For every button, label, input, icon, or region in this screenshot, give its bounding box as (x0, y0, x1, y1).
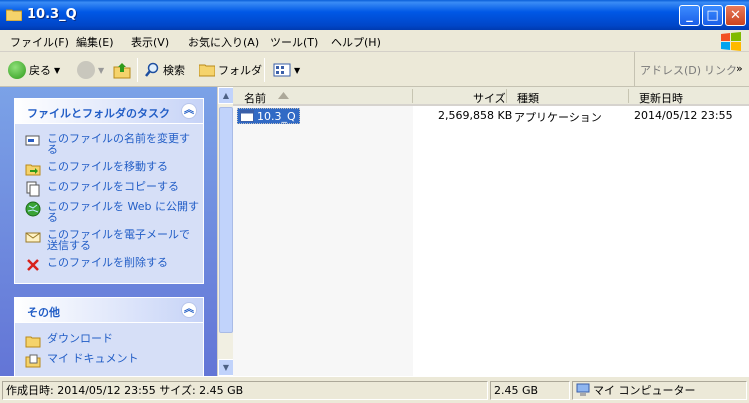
back-dropdown-icon[interactable]: ▼ (54, 66, 60, 75)
menu-favorites[interactable]: お気に入り(A) (188, 34, 259, 50)
forward-arrow-icon (77, 61, 95, 79)
close-button[interactable]: ✕ (725, 5, 746, 26)
task-publish-web[interactable]: このファイルを Web に公開する (25, 201, 199, 223)
collapse-chevron-icon[interactable]: ︽ (181, 302, 197, 318)
task-move[interactable]: このファイルを移動する (25, 161, 168, 177)
status-location: マイ コンピューター (572, 381, 747, 400)
delete-x-icon (27, 259, 39, 271)
views-button[interactable]: ▼ (273, 60, 300, 80)
task-pane-scrollbar[interactable]: ▲ ▼ (217, 87, 234, 376)
views-dropdown-icon: ▼ (294, 65, 301, 75)
place-my-documents[interactable]: マイ ドキュメント (25, 353, 139, 369)
title-bar[interactable]: 10.3_Q _ □ ✕ (0, 0, 749, 30)
up-folder-icon (113, 63, 131, 79)
column-modified[interactable]: 更新日時 (639, 90, 683, 106)
task-rename[interactable]: このファイルの名前を変更する (25, 133, 190, 155)
search-button[interactable]: 検索 (144, 60, 185, 80)
task-delete[interactable]: このファイルを削除する (25, 257, 168, 273)
back-button[interactable]: 戻る ▼ (8, 60, 60, 80)
folder-icon (199, 64, 215, 77)
address-label[interactable]: アドレス(D) (640, 62, 701, 78)
toolbar-chevron-icon[interactable]: » (736, 62, 743, 75)
maximize-button[interactable]: □ (702, 5, 723, 26)
other-places-group: その他 ︽ ダウンロード マイ ドキュメント (14, 297, 204, 376)
folder-icon (25, 336, 41, 348)
file-folder-tasks-group: ファイルとフォルダのタスク ︽ このファイルの名前を変更する このファイルを移動… (14, 98, 204, 284)
file-size: 2,569,858 KB (438, 109, 513, 122)
web-publish-icon (25, 201, 41, 217)
my-documents-icon (25, 354, 41, 368)
file-modified: 2014/05/12 23:55 (634, 109, 733, 122)
place-downloads[interactable]: ダウンロード (25, 333, 113, 349)
menu-bar: ファイル(F) 編集(E) 表示(V) お気に入り(A) ツール(T) ヘルプ(… (0, 30, 749, 52)
file-list-pane: 名前 サイズ 種類 更新日時 10.3_Q 2,569,858 KB アプリケー… (233, 87, 749, 376)
column-header: 名前 サイズ 種類 更新日時 (233, 87, 749, 106)
menu-help[interactable]: ヘルプ(H) (331, 34, 381, 50)
scroll-down-button[interactable]: ▼ (218, 359, 234, 376)
sorted-column-shade (233, 106, 413, 376)
application-icon (240, 110, 254, 122)
up-folder-button[interactable] (113, 60, 131, 80)
other-places-header[interactable]: その他 ︽ (15, 298, 203, 323)
status-size: 2.45 GB (490, 381, 570, 400)
move-folder-icon (25, 164, 41, 176)
scroll-up-button[interactable]: ▲ (218, 87, 234, 104)
address-area: アドレス(D) リンク » (634, 52, 749, 87)
menu-edit[interactable]: 編集(E) (76, 34, 114, 50)
sort-ascending-icon (278, 92, 289, 99)
collapse-chevron-icon[interactable]: ︽ (181, 103, 197, 119)
menu-file[interactable]: ファイル(F) (10, 34, 69, 50)
search-icon (145, 62, 159, 77)
file-row[interactable]: 10.3_Q 2,569,858 KB アプリケーション 2014/05/12 … (233, 108, 749, 125)
scroll-thumb[interactable] (219, 107, 233, 333)
my-computer-icon (576, 383, 590, 396)
minimize-button[interactable]: _ (679, 5, 700, 26)
views-icon (273, 63, 291, 77)
task-pane: ファイルとフォルダのタスク ︽ このファイルの名前を変更する このファイルを移動… (0, 87, 217, 376)
folder-icon (6, 9, 22, 21)
forward-dropdown-icon[interactable]: ▼ (98, 66, 104, 75)
file-type: アプリケーション (514, 111, 602, 124)
task-copy[interactable]: このファイルをコピーする (25, 181, 179, 197)
back-arrow-icon (8, 61, 26, 79)
file-name-selected[interactable]: 10.3_Q (237, 108, 300, 124)
folders-button[interactable]: フォルダ (199, 60, 262, 80)
forward-button[interactable]: ▼ (77, 60, 104, 80)
email-icon (25, 232, 41, 243)
links-label[interactable]: リンク (704, 62, 737, 78)
status-bar: 作成日時: 2014/05/12 23:55 サイズ: 2.45 GB 2.45… (0, 376, 749, 403)
file-folder-tasks-header[interactable]: ファイルとフォルダのタスク ︽ (15, 99, 203, 124)
task-email[interactable]: このファイルを電子メールで 送信する (25, 229, 190, 251)
menu-tools[interactable]: ツール(T) (270, 34, 318, 50)
window-title: 10.3_Q (27, 7, 77, 22)
copy-icon (26, 181, 40, 197)
menu-view[interactable]: 表示(V) (131, 34, 169, 50)
column-name[interactable]: 名前 (244, 90, 266, 106)
status-info: 作成日時: 2014/05/12 23:55 サイズ: 2.45 GB (2, 381, 488, 400)
column-type[interactable]: 種類 (517, 90, 539, 106)
windows-logo-icon (721, 32, 741, 51)
rename-icon (25, 135, 40, 146)
column-size[interactable]: サイズ (473, 90, 506, 106)
